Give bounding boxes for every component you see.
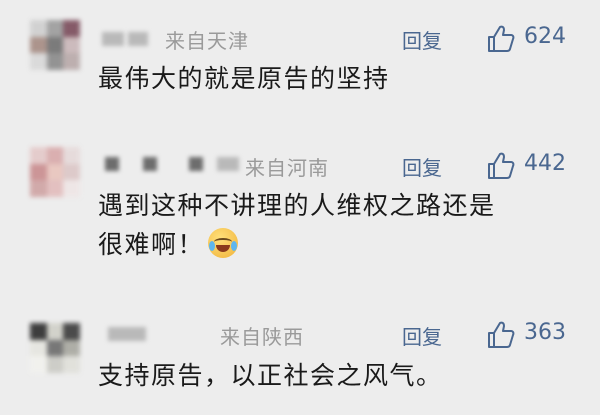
location-label: 来自天津: [165, 29, 249, 53]
location-label: 来自河南: [245, 156, 329, 180]
reply-button[interactable]: 回复: [402, 152, 442, 181]
thumbs-up-icon[interactable]: [486, 320, 516, 350]
comment-text-line: 遇到这种不讲理的人维权之路还是: [98, 191, 496, 220]
comment-text: 最伟大的就是原告的坚持: [98, 59, 390, 98]
comment-text-line: 支持原告，以正社会之风气。: [98, 361, 443, 390]
comment-text: 遇到这种不讲理的人维权之路还是 很难啊！: [98, 186, 496, 264]
username-redacted[interactable]: [105, 157, 240, 171]
like-count: 624: [524, 24, 566, 49]
comment-text-line: 很难啊！: [98, 230, 205, 259]
avatar[interactable]: [30, 20, 80, 70]
username-redacted[interactable]: [108, 327, 158, 341]
like-count: 442: [524, 151, 566, 176]
reply-button[interactable]: 回复: [402, 321, 442, 350]
comment-text-line-with-emoji: 很难啊！: [98, 225, 496, 264]
avatar[interactable]: [30, 147, 80, 197]
comment-text-line: 最伟大的就是原告的坚持: [98, 64, 390, 93]
comment-text: 支持原告，以正社会之风气。: [98, 356, 443, 395]
reply-button[interactable]: 回复: [402, 25, 442, 54]
avatar[interactable]: [30, 323, 80, 373]
thumbs-up-icon[interactable]: [486, 151, 516, 181]
crying-laughing-emoji-icon: [208, 228, 239, 258]
location-label: 来自陕西: [220, 325, 304, 349]
thumbs-up-icon[interactable]: [486, 24, 516, 54]
like-count: 363: [524, 320, 566, 345]
username-redacted[interactable]: [102, 32, 152, 46]
